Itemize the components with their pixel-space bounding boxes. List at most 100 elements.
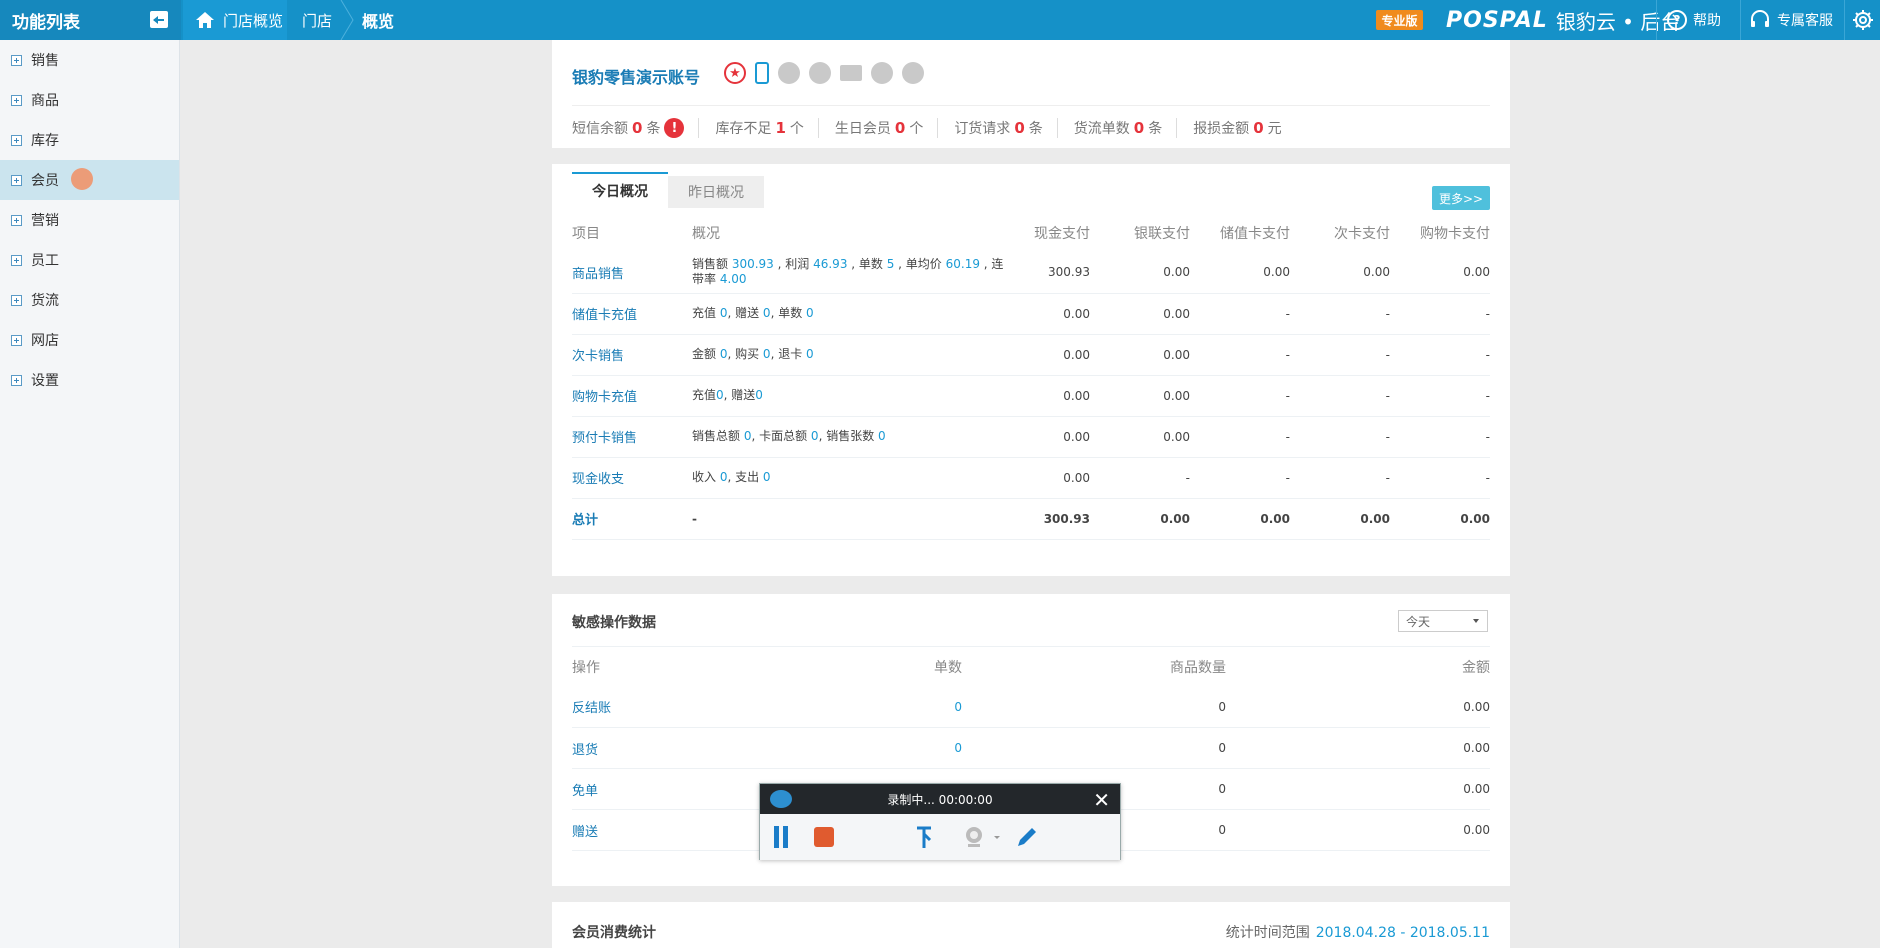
menu-title: 功能列表 [12, 12, 80, 33]
period-select[interactable]: 今天 [1398, 610, 1488, 632]
table-row: 预付卡销售 销售总额 0, 卡面总额 0, 销售张数 0 0.00 0.00- - - [572, 416, 1490, 458]
pause-icon[interactable] [772, 826, 790, 848]
cell-shop: 0.00 [1390, 252, 1490, 294]
cell-op[interactable]: 退货 [572, 727, 772, 769]
summary-value: 46.93 [813, 257, 848, 272]
overview-panel: 今日概况 昨日概况 更多>> 项目 概况 现金支付 银联支付 储值卡支付 次卡支付 购物卡支… [552, 164, 1510, 576]
summary-value: 0 [762, 470, 771, 484]
breadcrumb-store[interactable]: 门店 [302, 0, 332, 40]
stop-icon[interactable] [814, 827, 834, 847]
cell-cash: 0.00 [1010, 293, 1090, 335]
star-icon[interactable]: ★ [724, 62, 746, 84]
summary-label: , 单均价 [894, 257, 946, 272]
stats-range: 统计时间范围 2018.04.28 - 2018.05.11 [1226, 922, 1490, 942]
total-desc: - [692, 498, 1010, 540]
screen-recorder: 录制中... 00:00:00 ✕ [759, 783, 1121, 860]
breadcrumb-home[interactable]: 门店概览 [183, 0, 287, 40]
cell-op[interactable]: 反结账 [572, 686, 772, 728]
sidebar: 销售 商品 库存 会员 营销 员工 货流 网店 设置 [0, 40, 180, 948]
more-button[interactable]: 更多>> [1432, 186, 1490, 210]
sidebar-item-label: 设置 [31, 373, 59, 389]
customer-service-button[interactable]: 专属客服 [1740, 0, 1844, 40]
summary-value: 0 [810, 429, 819, 443]
cell-stored: - [1190, 457, 1290, 499]
cell-times: - [1290, 375, 1390, 417]
stats-range-value[interactable]: 2018.04.28 - 2018.05.11 [1316, 925, 1490, 941]
camera-icon [770, 790, 792, 808]
stat-unit: 个 [789, 121, 804, 137]
sidebar-item-settings[interactable]: 设置 [0, 360, 179, 400]
sidebar-item-label: 员工 [31, 253, 59, 269]
stat-value: 0 [1014, 119, 1025, 137]
row-summary: 收入 0, 支出 0 [692, 457, 1010, 499]
home-icon [195, 11, 215, 29]
cell-shop: - [1390, 293, 1490, 335]
user-icon[interactable] [902, 62, 924, 84]
sidebar-item-webstore[interactable]: 网店 [0, 320, 179, 360]
summary-label: 销售总额 [692, 429, 744, 443]
row-name-link[interactable]: 储值卡充值 [572, 293, 692, 335]
stat-value: 0 [1133, 119, 1145, 137]
sidebar-item-staff[interactable]: 员工 [0, 240, 179, 280]
help-button[interactable]: ? 帮助 [1656, 0, 1740, 40]
tab-today[interactable]: 今日概况 [572, 172, 668, 208]
message-icon[interactable] [809, 62, 831, 84]
settings-button[interactable] [1844, 0, 1880, 40]
summary-value: 0 [806, 306, 814, 320]
row-summary: 销售总额 0, 卡面总额 0, 销售张数 0 [692, 416, 1010, 458]
close-icon[interactable]: ✕ [1093, 788, 1110, 812]
expand-icon [11, 134, 22, 146]
row-name-link[interactable]: 现金收支 [572, 457, 692, 499]
pin-icon[interactable] [912, 824, 938, 850]
cell-qty: 0 [962, 686, 1226, 728]
tab-yesterday[interactable]: 昨日概况 [668, 176, 764, 208]
cell-count[interactable]: 0 [772, 686, 962, 728]
dropdown-arrow-icon[interactable] [992, 824, 1002, 850]
row-name-link[interactable]: 次卡销售 [572, 334, 692, 376]
stat-unit: 条 [1148, 121, 1163, 137]
total-name[interactable]: 总计 [572, 498, 692, 540]
stat-low-stock[interactable]: 库存不足 1 个 [715, 118, 819, 138]
sidebar-item-products[interactable]: 商品 [0, 80, 179, 120]
row-name-link[interactable]: 商品销售 [572, 252, 692, 294]
stat-label: 货流单数 [1073, 121, 1130, 137]
row-summary: 金额 0, 购买 0, 退卡 0 [692, 334, 1010, 376]
stat-unit: 个 [909, 121, 924, 137]
column-header: 金额 [1226, 646, 1490, 687]
webcam-icon[interactable] [962, 824, 988, 850]
collapse-menu-icon[interactable] [150, 11, 168, 28]
sidebar-item-marketing[interactable]: 营销 [0, 200, 179, 240]
sidebar-item-sales[interactable]: 销售 [0, 40, 179, 80]
row-name-link[interactable]: 预付卡销售 [572, 416, 692, 458]
summary-value: 300.93 [731, 257, 774, 272]
check-icon[interactable] [871, 62, 893, 84]
mail-icon[interactable] [840, 65, 862, 81]
summary-value: 0 [762, 306, 771, 320]
sidebar-item-label: 会员 [31, 173, 59, 189]
overview-tabs: 今日概况 昨日概况 [572, 172, 764, 208]
sidebar-item-members[interactable]: 会员 [0, 160, 179, 200]
stat-value: 1 [775, 119, 786, 137]
table-row: 储值卡充值 充值 0, 赠送 0, 单数 0 0.00 0.00- - - [572, 293, 1490, 335]
stat-unit: 条 [646, 121, 661, 137]
recorder-header[interactable]: 录制中... 00:00:00 ✕ [760, 784, 1120, 814]
row-summary: 销售额 300.93 , 利润 46.93 , 单数 5 , 单均价 60.19… [692, 252, 1010, 294]
menu-header: 功能列表 [0, 0, 181, 40]
pen-icon[interactable] [1014, 824, 1040, 850]
summary-label: , 利润 [773, 257, 814, 272]
stat-birthday-members[interactable]: 生日会员 0 个 [835, 118, 939, 138]
sensitive-ops-title: 敏感操作数据 [572, 615, 656, 631]
cell-op[interactable]: 赠送 [572, 809, 772, 851]
stat-loss-amount[interactable]: 报损金额 0 元 [1193, 118, 1295, 138]
stat-sms-balance[interactable]: 短信余额 0 条! [572, 118, 700, 138]
stat-logistics-orders[interactable]: 货流单数 0 条 [1073, 118, 1178, 138]
stat-order-requests[interactable]: 订货请求 0 条 [954, 118, 1058, 138]
chat-icon[interactable] [778, 62, 800, 84]
cell-count[interactable]: 0 [772, 727, 962, 769]
phone-icon[interactable] [755, 62, 769, 84]
sidebar-item-logistics[interactable]: 货流 [0, 280, 179, 320]
row-name-link[interactable]: 购物卡充值 [572, 375, 692, 417]
cell-op[interactable]: 免单 [572, 768, 772, 810]
sidebar-item-inventory[interactable]: 库存 [0, 120, 179, 160]
cell-stored: 0.00 [1190, 252, 1290, 294]
